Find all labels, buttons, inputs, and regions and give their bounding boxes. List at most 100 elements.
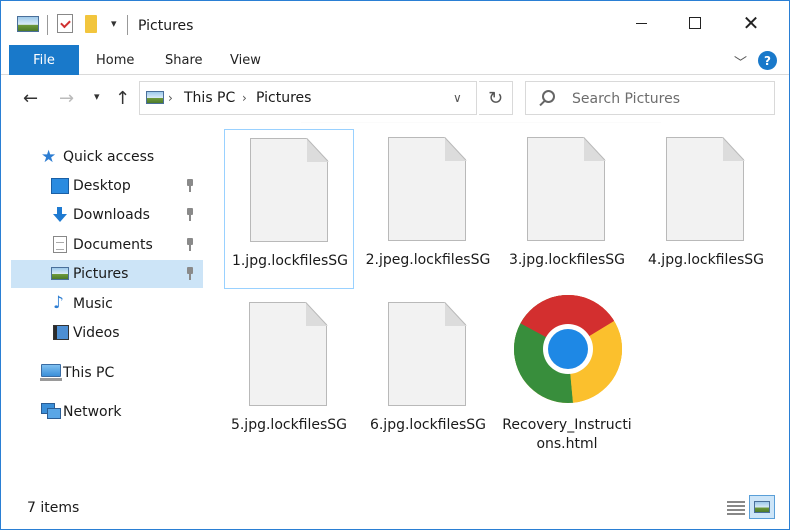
details-view-button[interactable] [727,499,745,517]
sidebar-item-label: Desktop [73,178,131,194]
sidebar-item-downloads[interactable]: Downloads [11,201,203,229]
file-name: 5.jpg.lockfilesSG [230,417,348,433]
forward-arrow-icon[interactable]: → [59,88,74,109]
new-folder-icon[interactable] [85,15,97,33]
refresh-icon: ↻ [487,87,504,109]
back-arrow-icon[interactable]: ← [23,88,38,109]
file-name: 6.jpg.lockfilesSG [369,417,487,433]
divider [47,15,48,35]
breadcrumb-chevron-icon[interactable]: › [242,91,247,105]
refresh-button[interactable]: ↻ [479,81,513,115]
sidebar-item-quick-access[interactable]: ★ Quick access [11,143,203,171]
close-icon: ✕ [742,11,760,35]
maximize-button[interactable] [667,1,723,45]
file-item[interactable]: Recovery_Instructions.html [502,294,632,454]
search-icon [542,90,555,103]
breadcrumb-chevron-icon[interactable]: › [168,91,173,105]
sidebar-item-videos[interactable]: Videos [11,319,203,347]
pictures-folder-icon [146,91,164,104]
status-bar: 7 items [1,493,789,529]
minimize-button[interactable] [613,1,669,45]
sidebar-item-label: Quick access [63,149,155,165]
document-corner-fold [445,302,467,326]
tab-home[interactable]: Home [96,53,134,68]
file-item[interactable]: 5.jpg.lockfilesSG [224,294,354,454]
close-button[interactable]: ✕ [723,1,779,45]
document-corner-fold [723,137,745,161]
file-name: 2.jpeg.lockfilesSG [365,252,491,268]
music-note-icon: ♪ [53,293,64,313]
navigation-bar: ← → ▾ ↑ › This PC › Pictures ∨ ↻ [1,76,789,122]
file-name: 3.jpg.lockfilesSG [508,252,626,268]
large-icons-view-icon [754,501,770,513]
maximize-icon [689,17,701,29]
pictures-folder-icon [17,16,39,32]
large-icons-view-button[interactable] [749,495,775,519]
file-item[interactable]: 1.jpg.lockfilesSG [224,129,354,289]
chrome-icon [514,295,622,403]
document-corner-fold [307,138,329,162]
file-name: 4.jpg.lockfilesSG [647,252,765,268]
file-list: 1.jpg.lockfilesSG 2.jpeg.lockfilesSG 3.j… [211,123,789,493]
file-item[interactable]: 4.jpg.lockfilesSG [641,129,771,289]
pin-icon[interactable] [185,267,195,281]
file-item[interactable]: 6.jpg.lockfilesSG [363,294,493,454]
file-name: 1.jpg.lockfilesSG [231,253,349,269]
item-count: 7 items [27,500,80,516]
list-line-icon [727,509,745,511]
window-title: Pictures [138,18,194,34]
document-corner-fold [445,137,467,161]
network-icon [41,403,61,419]
sidebar-item-label: Network [63,404,122,420]
navigation-pane: ★ Quick access Desktop Downloads Documen… [1,123,211,493]
properties-icon[interactable] [57,14,73,33]
tab-file[interactable]: File [9,45,79,75]
help-icon[interactable]: ? [758,51,777,70]
address-history-chevron-icon[interactable]: ∨ [453,91,462,105]
sidebar-item-label: Pictures [73,266,129,282]
sidebar-item-pictures[interactable]: Pictures [11,260,203,288]
film-strip-icon [53,325,69,340]
file-name: Recovery_Instructions.html [502,417,632,452]
list-line-icon [727,505,745,507]
minimize-icon [635,22,647,24]
quick-access-toolbar-chevron-icon[interactable]: ▾ [111,17,117,30]
sidebar-item-documents[interactable]: Documents [11,231,203,259]
breadcrumb-this-pc[interactable]: This PC [184,90,235,106]
pictures-icon [51,267,69,280]
recent-locations-chevron-icon[interactable]: ▾ [94,90,100,103]
tab-share[interactable]: Share [165,53,203,68]
documents-icon [53,236,67,253]
download-arrow-icon [51,207,69,223]
star-icon: ★ [41,147,57,167]
file-item[interactable]: 2.jpeg.lockfilesSG [363,129,493,289]
pin-icon[interactable] [185,208,195,222]
sidebar-item-label: Documents [73,237,153,253]
pin-icon[interactable] [185,179,195,193]
pin-icon[interactable] [185,238,195,252]
sidebar-item-music[interactable]: ♪ Music [11,290,203,318]
document-corner-fold [306,302,328,326]
ribbon-tabs: File Home Share View ﹀ ? [1,45,789,75]
list-line-icon [727,513,745,515]
file-item[interactable]: 3.jpg.lockfilesSG [502,129,632,289]
sidebar-item-network[interactable]: Network [11,398,203,426]
address-bar[interactable]: › This PC › Pictures ∨ [139,81,477,115]
sidebar-item-this-pc[interactable]: This PC [11,359,203,387]
sidebar-item-desktop[interactable]: Desktop [11,172,203,200]
list-line-icon [727,501,745,503]
title-bar: ▾ Pictures ✕ [1,1,789,45]
tab-view[interactable]: View [230,53,261,68]
search-input[interactable] [572,89,762,109]
computer-icon [40,364,62,381]
up-arrow-icon[interactable]: ↑ [115,88,130,109]
breadcrumb-pictures[interactable]: Pictures [256,90,311,106]
sidebar-item-label: Downloads [73,207,150,223]
sidebar-item-label: Music [73,296,113,312]
divider [127,15,128,35]
document-corner-fold [584,137,606,161]
sidebar-item-label: This PC [63,365,115,381]
search-box[interactable] [525,81,775,115]
expand-ribbon-chevron-icon[interactable]: ﹀ [734,52,747,71]
desktop-icon [51,178,69,194]
